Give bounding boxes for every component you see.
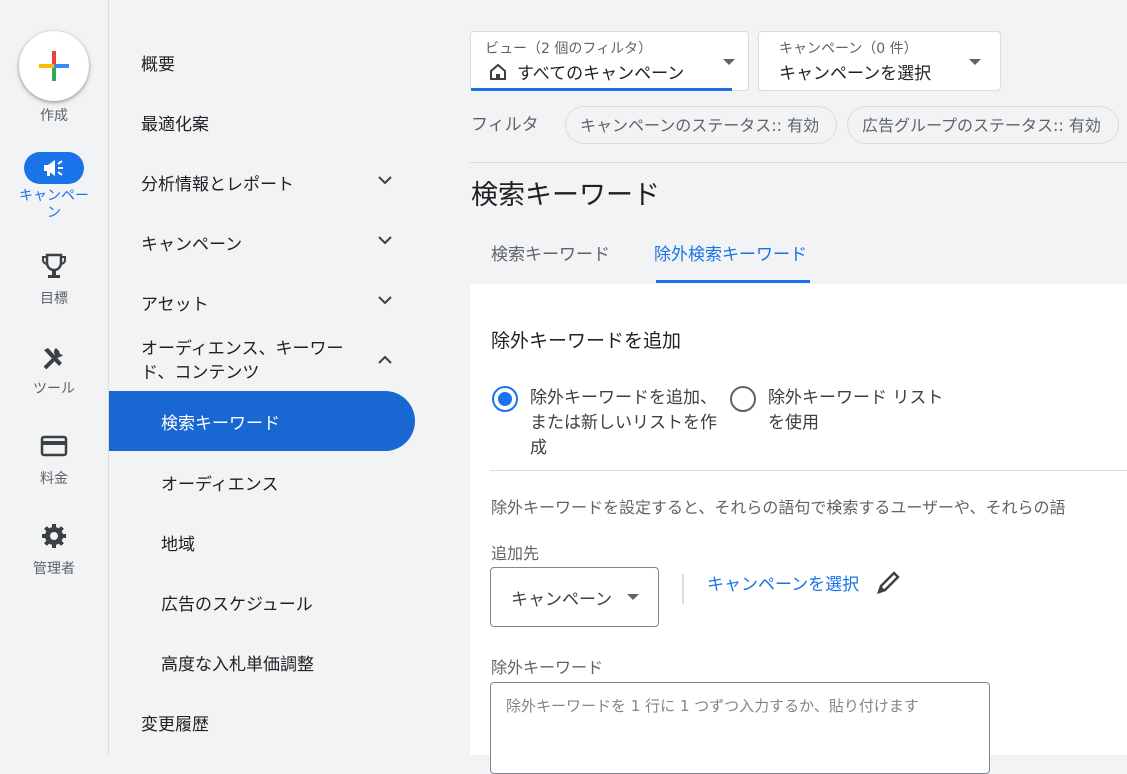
negative-keyword-panel: 除外キーワードを追加 除外キーワードを追加、 または新しいリストを作 成 除外キ… xyxy=(470,284,1127,774)
nav-recommendations[interactable]: 最適化案 xyxy=(141,110,209,135)
caret-down-icon xyxy=(723,59,735,65)
nav-audiences-keywords[interactable]: オーディエンス、キーワード、コンテンツ xyxy=(141,337,361,385)
negative-keywords-placeholder: 除外キーワードを 1 行に 1 つずつ入力するか、貼り付けます xyxy=(506,697,919,715)
add-to-label: 追加先 xyxy=(491,544,540,563)
radio-use-list[interactable] xyxy=(730,386,756,412)
campaigns-rail-label[interactable]: キャンペーン xyxy=(0,188,108,222)
pencil-icon[interactable] xyxy=(875,570,901,596)
view-selector-underline xyxy=(471,88,732,91)
nav-search-keywords[interactable]: 検索キーワード xyxy=(109,391,415,451)
nav-overview[interactable]: 概要 xyxy=(141,50,175,75)
campaign-selector-value: キャンペーンを選択 xyxy=(779,64,932,84)
radio2-line2: を使用 xyxy=(768,413,819,433)
radio1-line1: 除外キーワードを追加、 xyxy=(530,388,717,408)
add-to-select[interactable]: キャンペーン xyxy=(490,567,659,627)
megaphone-icon xyxy=(44,160,63,176)
filter-label: フィルタ xyxy=(471,115,539,135)
gear-icon xyxy=(42,524,66,548)
chevron-down-icon[interactable] xyxy=(376,234,394,246)
chevron-down-icon[interactable] xyxy=(376,294,394,306)
view-selector[interactable]: ビュー（2 個のフィルタ） すべてのキャンペーン xyxy=(470,31,749,91)
vertical-separator xyxy=(682,574,684,604)
trophy-icon xyxy=(42,253,66,278)
tab-search-keywords[interactable]: 検索キーワード xyxy=(491,240,610,265)
radio1-line2: または新しいリストを作 xyxy=(530,413,717,433)
campaign-selector[interactable]: キャンペーン（0 件） キャンペーンを選択 xyxy=(758,31,1001,91)
caret-down-icon xyxy=(969,59,981,65)
radio1-line3: 成 xyxy=(530,438,547,458)
negative-keywords-textarea[interactable]: 除外キーワードを 1 行に 1 つずつ入力するか、貼り付けます xyxy=(490,682,990,774)
view-selector-value: すべてのキャンペーン xyxy=(517,64,685,84)
credit-card-icon xyxy=(40,435,68,457)
goals-rail-button[interactable] xyxy=(0,253,108,285)
page-title: 検索キーワード xyxy=(471,180,660,211)
active-tab-indicator xyxy=(656,280,810,283)
create-label: 作成 xyxy=(40,108,68,124)
nav-assets[interactable]: アセット xyxy=(141,290,209,315)
nav-change-history[interactable]: 変更履歴 xyxy=(141,710,209,735)
radio-add-keywords-label[interactable]: 除外キーワードを追加、 または新しいリストを作 成 xyxy=(530,386,730,461)
header-divider xyxy=(470,162,1127,163)
chevron-up-icon[interactable] xyxy=(376,354,394,366)
tools-label: ツール xyxy=(33,381,75,397)
tab-negative-keywords[interactable]: 除外検索キーワード xyxy=(654,240,807,265)
billing-rail-button[interactable] xyxy=(0,435,108,461)
filter-chip-adgroup-status[interactable]: 広告グループのステータス:: 有効 xyxy=(847,106,1119,144)
home-icon xyxy=(490,63,506,80)
navigation-panel: 概要 最適化案 分析情報とレポート キャンペーン アセット オーディエンス、キー… xyxy=(108,0,419,755)
caret-down-icon xyxy=(627,594,639,600)
nav-locations[interactable]: 地域 xyxy=(161,530,195,555)
nav-ad-schedule[interactable]: 広告のスケジュール xyxy=(161,590,313,615)
nav-insights-reports[interactable]: 分析情報とレポート xyxy=(141,170,294,195)
campaigns-rail-text: キャンペーン xyxy=(19,188,89,221)
description-text: 除外キーワードを設定すると、それらの語句で検索するユーザーや、それらの語 xyxy=(491,498,1066,517)
nav-search-keywords-label: 検索キーワード xyxy=(161,414,280,434)
nav-audiences[interactable]: オーディエンス xyxy=(161,470,278,495)
add-to-select-value: キャンペーン xyxy=(511,590,613,610)
goals-label: 目標 xyxy=(40,291,68,307)
tools-rail-button[interactable] xyxy=(0,344,108,376)
negative-keywords-label: 除外キーワード xyxy=(491,658,604,677)
radio-selected-dot xyxy=(498,392,512,406)
view-selector-caption: ビュー（2 個のフィルタ） xyxy=(485,41,653,57)
chevron-down-icon[interactable] xyxy=(376,174,394,186)
radio-add-keywords[interactable] xyxy=(492,386,518,412)
nav-campaigns[interactable]: キャンペーン xyxy=(141,230,242,255)
create-button[interactable] xyxy=(19,31,89,101)
plus-icon xyxy=(39,51,69,81)
campaigns-rail-button[interactable] xyxy=(24,152,84,184)
radio-use-list-label[interactable]: 除外キーワード リスト を使用 xyxy=(768,386,968,436)
admin-rail-button[interactable] xyxy=(0,522,108,554)
form-divider xyxy=(490,470,1127,471)
billing-label: 料金 xyxy=(40,471,68,487)
section-title: 除外キーワードを追加 xyxy=(491,330,682,352)
nav-bid-adjustments[interactable]: 高度な入札単価調整 xyxy=(161,650,314,675)
campaign-selector-caption: キャンペーン（0 件） xyxy=(779,41,918,57)
filter-chip-campaign-status[interactable]: キャンペーンのステータス:: 有効 xyxy=(565,106,837,144)
select-campaign-link[interactable]: キャンペーンを選択 xyxy=(707,570,859,595)
admin-label: 管理者 xyxy=(33,561,75,577)
radio2-line1: 除外キーワード リスト xyxy=(768,388,944,408)
left-rail: 作成 キャンペーン 目標 ツール 料金 管理者 xyxy=(0,0,108,755)
tools-icon xyxy=(43,348,63,370)
